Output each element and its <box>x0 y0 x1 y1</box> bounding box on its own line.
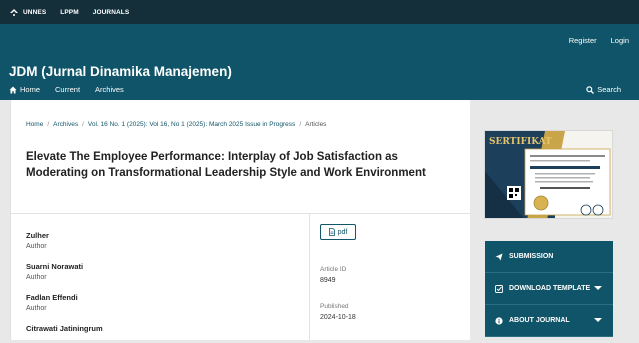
register-link[interactable]: Register <box>569 36 597 45</box>
paper-plane-icon <box>495 253 503 260</box>
breadcrumb-issue[interactable]: Vol. 16 No. 1 (2025): Vol 16, No 1 (2025… <box>88 121 295 128</box>
author-item: Zulher Author <box>26 230 296 252</box>
topbar-link-lppm[interactable]: LPPM <box>60 9 78 16</box>
sidebar-submission[interactable]: SUBMISSION <box>485 241 613 273</box>
search-label: Search <box>597 85 621 94</box>
author-name: Citrawati Jatiningrum <box>26 324 103 333</box>
login-link[interactable]: Login <box>611 36 629 45</box>
author-item: Fadlan Effendi Author <box>26 292 296 314</box>
certificate-image[interactable]: SERTIFIKAT <box>484 130 613 219</box>
author-role: Author <box>26 274 47 281</box>
vertical-divider <box>309 213 310 340</box>
site-title[interactable]: JDM (Jurnal Dinamika Manajemen) <box>9 64 232 79</box>
main-nav: Home Current Archives <box>9 85 139 94</box>
author-item: Citrawati Jatiningrum <box>26 323 296 334</box>
nav-archives[interactable]: Archives <box>95 85 124 94</box>
author-name: Suarni Norawati <box>26 262 84 271</box>
author-name: Fadlan Effendi <box>26 293 78 302</box>
chevron-down-icon <box>594 318 602 322</box>
search-icon <box>586 85 595 94</box>
pdf-download-button[interactable]: pdf <box>320 224 356 240</box>
author-list: Zulher Author Suarni Norawati Author Fad… <box>26 230 296 343</box>
sidebar-menu: SUBMISSION DOWNLOAD TEMPLATE ABOUT JOURN… <box>485 241 613 337</box>
download-icon <box>495 284 503 293</box>
breadcrumb-separator: / <box>47 121 50 128</box>
author-name: Zulher <box>26 231 49 240</box>
sidebar-submission-label: SUBMISSION <box>509 253 554 260</box>
search-link[interactable]: Search <box>586 85 621 94</box>
breadcrumb-home[interactable]: Home <box>26 121 43 128</box>
breadcrumb-current: Articles <box>305 121 327 128</box>
published-block: Published 2024-10-18 <box>320 302 356 324</box>
author-role: Author <box>26 305 47 312</box>
certificate-heading: SERTIFIKAT <box>489 137 552 147</box>
top-bar: UNNES LPPM JOURNALS <box>0 0 639 24</box>
sidebar-about-label: ABOUT JOURNAL <box>509 317 570 324</box>
sidebar-download-label: DOWNLOAD TEMPLATE <box>509 285 591 292</box>
article-panel: Home / Archives / Vol. 16 No. 1 (2025): Vol … <box>10 100 471 343</box>
article-id-block: Article ID 8949 <box>320 265 346 287</box>
pdf-label: pdf <box>337 228 348 236</box>
chevron-down-icon <box>594 286 602 290</box>
breadcrumb: Home / Archives / Vol. 16 No. 1 (2025): Vol … <box>26 121 326 128</box>
user-links: Register Login <box>555 36 629 45</box>
article-id-value: 8949 <box>320 277 336 284</box>
site-header: Register Login JDM (Jurnal Dinamika Mana… <box>0 24 639 100</box>
sidebar-about-journal[interactable]: ABOUT JOURNAL <box>485 305 613 337</box>
home-icon <box>9 86 17 93</box>
author-item: Suarni Norawati Author <box>26 261 296 283</box>
horizontal-divider <box>11 213 471 214</box>
breadcrumb-separator: / <box>82 121 84 128</box>
nav-current[interactable]: Current <box>55 85 80 94</box>
article-id-label: Article ID <box>320 266 347 273</box>
breadcrumb-separator: / <box>299 121 302 128</box>
topbar-link-unnes[interactable]: UNNES <box>23 9 46 16</box>
published-value: 2024-10-18 <box>320 314 356 321</box>
file-pdf-icon <box>328 228 335 236</box>
nav-home[interactable]: Home <box>9 85 40 94</box>
breadcrumb-archives[interactable]: Archives <box>53 121 78 128</box>
unnes-logo-icon <box>9 7 19 17</box>
published-label: Published <box>320 303 349 310</box>
author-role: Author <box>26 243 47 250</box>
topbar-link-journals[interactable]: JOURNALS <box>93 9 130 16</box>
nav-home-label: Home <box>20 85 41 94</box>
article-title: Elevate The Employee Performance: Interp… <box>26 151 426 180</box>
info-icon <box>495 316 503 325</box>
sidebar-download-template[interactable]: DOWNLOAD TEMPLATE <box>485 273 613 305</box>
